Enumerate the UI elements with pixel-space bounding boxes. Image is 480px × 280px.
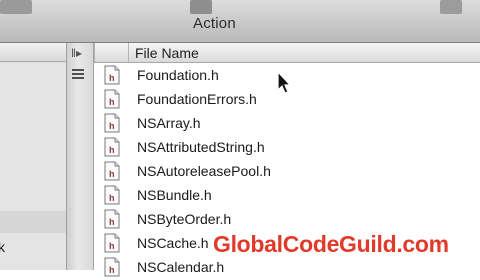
svg-text:h: h xyxy=(109,145,115,155)
file-name-label: NSCache.h xyxy=(137,235,209,251)
file-row[interactable]: h NSAttributedString.h xyxy=(94,136,480,160)
groups-pane-row-label: k xyxy=(0,239,5,255)
header-file-icon: h xyxy=(104,257,120,277)
file-name-label: NSCalendar.h xyxy=(137,259,225,275)
list-view-icon[interactable] xyxy=(72,69,84,81)
file-row[interactable]: h NSCalendar.h xyxy=(94,256,480,280)
column-header-file-name[interactable]: File Name xyxy=(135,45,199,61)
header-file-icon: h xyxy=(104,161,120,181)
svg-text:h: h xyxy=(109,169,115,179)
action-button-icon[interactable] xyxy=(190,0,212,14)
header-file-icon: h xyxy=(104,89,120,109)
mouse-cursor-icon xyxy=(277,71,291,94)
file-name-label: NSByteOrder.h xyxy=(137,211,232,227)
file-row[interactable]: h NSAutoreleasePool.h xyxy=(94,160,480,184)
groups-pane: k xyxy=(0,43,66,270)
split-view-icon[interactable]: ‖▸ xyxy=(71,46,82,60)
column-separator[interactable] xyxy=(94,43,95,62)
groups-pane-row[interactable]: k xyxy=(0,236,66,258)
file-row[interactable]: h NSByteOrder.h xyxy=(94,208,480,232)
svg-text:h: h xyxy=(109,193,115,203)
header-file-icon: h xyxy=(104,65,120,85)
toolbar: Action xyxy=(0,0,480,43)
svg-text:h: h xyxy=(109,217,115,227)
header-file-icon: h xyxy=(104,185,120,205)
toolbar-button-right[interactable] xyxy=(440,0,462,14)
groups-pane-header xyxy=(0,43,66,62)
file-name-label: NSAttributedString.h xyxy=(137,139,265,155)
svg-text:h: h xyxy=(109,121,115,131)
toolbar-button-left[interactable] xyxy=(0,0,32,14)
column-separator[interactable] xyxy=(128,43,129,62)
header-file-icon: h xyxy=(104,113,120,133)
svg-text:h: h xyxy=(109,97,115,107)
svg-text:h: h xyxy=(109,73,115,83)
file-name-label: Foundation.h xyxy=(137,67,219,83)
svg-text:h: h xyxy=(109,241,115,251)
file-name-label: NSArray.h xyxy=(137,115,201,131)
pane-divider[interactable]: ‖▸ xyxy=(66,43,94,270)
svg-text:h: h xyxy=(109,265,115,275)
file-row[interactable]: h NSArray.h xyxy=(94,112,480,136)
header-file-icon: h xyxy=(104,137,120,157)
header-file-icon: h xyxy=(104,209,120,229)
file-name-label: NSAutoreleasePool.h xyxy=(137,163,271,179)
header-file-icon: h xyxy=(104,233,120,253)
file-name-label: FoundationErrors.h xyxy=(137,91,257,107)
file-name-label: NSBundle.h xyxy=(137,187,212,203)
file-row[interactable]: h NSBundle.h xyxy=(94,184,480,208)
watermark: GlobalCodeGuild.com xyxy=(213,231,449,257)
action-label[interactable]: Action xyxy=(193,15,236,32)
groups-pane-row-selected[interactable] xyxy=(0,211,66,233)
file-list-header: File Name xyxy=(94,43,480,63)
